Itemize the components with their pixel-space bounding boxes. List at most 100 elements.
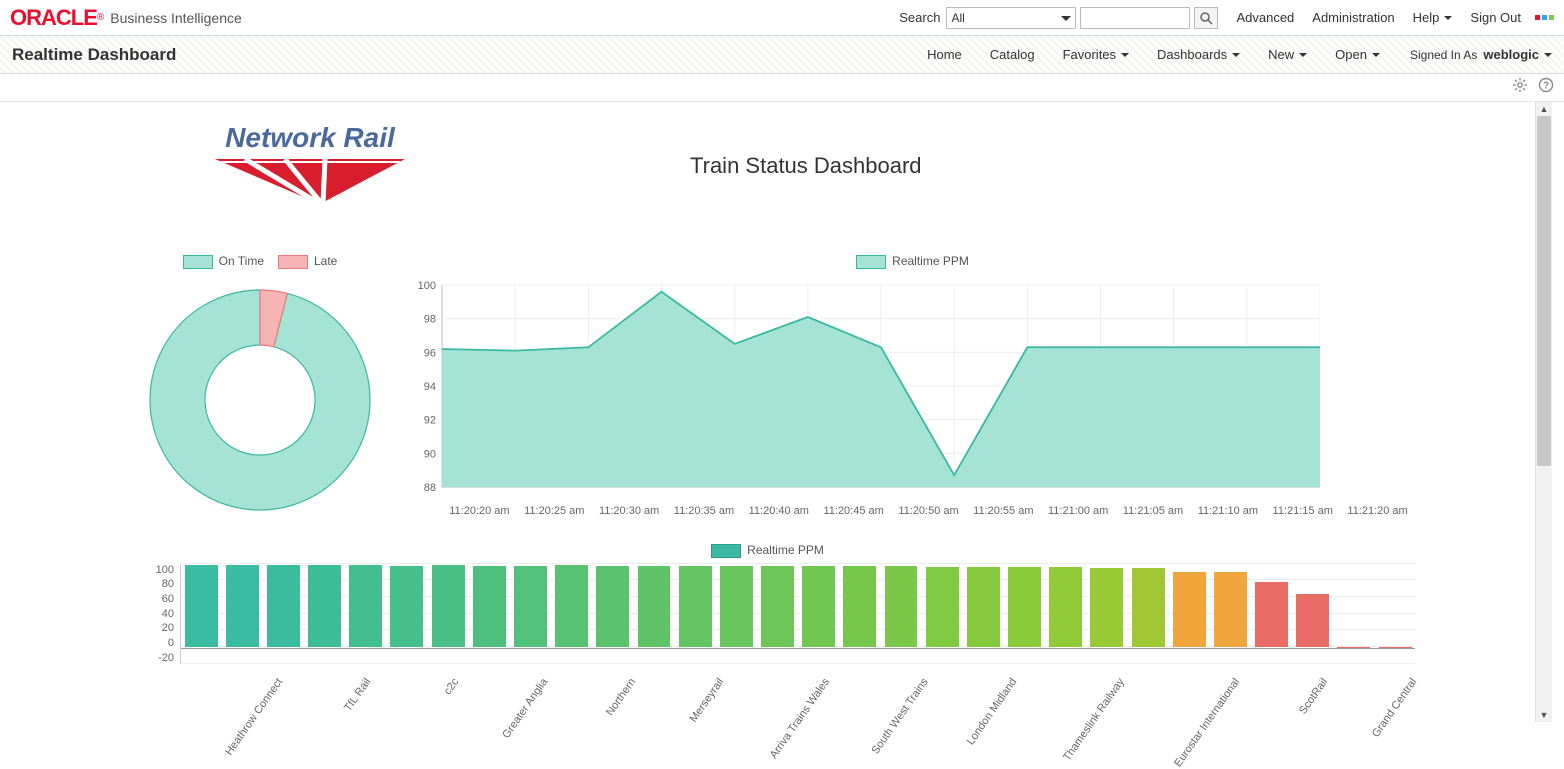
bar-rect (638, 566, 671, 647)
app-switcher-icon[interactable] (1535, 15, 1554, 20)
search-icon (1199, 11, 1213, 25)
bar-rect (1296, 594, 1329, 647)
area-x-tick: 11:21:20 am (1340, 505, 1415, 517)
area-x-tick: 11:21:05 am (1116, 505, 1191, 517)
help-menu[interactable]: Help (1413, 10, 1453, 25)
administration-link[interactable]: Administration (1312, 10, 1394, 25)
advanced-link[interactable]: Advanced (1236, 10, 1294, 25)
donut-chart: On Time Late (120, 254, 400, 525)
vertical-scrollbar[interactable]: ▲ ▼ (1535, 102, 1552, 722)
nav-new[interactable]: New (1268, 47, 1307, 62)
nav-dashboards[interactable]: Dashboards (1157, 47, 1240, 62)
help-icon[interactable]: ? (1538, 77, 1554, 98)
bar-rect (802, 566, 835, 647)
nav-open[interactable]: Open (1335, 47, 1380, 62)
gear-icon[interactable] (1512, 77, 1528, 98)
area-x-tick: 11:20:25 am (517, 505, 592, 517)
bar-rect (1337, 647, 1370, 648)
bar-slot (799, 564, 839, 664)
nav-favorites[interactable]: Favorites (1063, 47, 1129, 62)
bar-slot (593, 564, 633, 664)
dashboard-title: Train Status Dashboard (690, 153, 922, 179)
bar-x-tick: Northern (584, 668, 644, 747)
scroll-up-arrow[interactable]: ▲ (1536, 102, 1552, 116)
page-bar: Realtime Dashboard Home Catalog Favorite… (0, 36, 1564, 74)
bar-slot (716, 564, 756, 664)
bar-x-tick: Grand Central (1364, 668, 1424, 747)
svg-text:90: 90 (424, 448, 436, 460)
network-rail-logo: Network Rail (210, 122, 410, 209)
bar-slot (222, 564, 262, 664)
search-button[interactable] (1194, 7, 1218, 29)
bar-rect (473, 566, 506, 647)
brand-product: Business Intelligence (110, 10, 242, 26)
area-x-tick: 11:20:30 am (592, 505, 667, 517)
bar-slot (675, 564, 715, 664)
bar-slot (552, 564, 592, 664)
area-x-tick: 11:20:45 am (816, 505, 891, 517)
bar-rect (1049, 567, 1082, 647)
signout-link[interactable]: Sign Out (1470, 10, 1521, 25)
area-x-tick: 11:21:15 am (1265, 505, 1340, 517)
bar-rect (967, 567, 1000, 647)
bar-x-tick: TfL Rail (319, 668, 379, 747)
brand-oracle: ORACLE (10, 5, 97, 31)
scroll-thumb[interactable] (1537, 116, 1551, 466)
bar-slot (1004, 564, 1044, 664)
search-input[interactable] (1080, 7, 1190, 29)
bar-x-tick: ScotRail (1276, 668, 1336, 747)
bar-rect (185, 565, 218, 648)
logo-text: Network Rail (225, 122, 395, 154)
bar-rect (761, 566, 794, 647)
user-menu[interactable]: weblogic (1483, 47, 1552, 62)
bar-rect (885, 566, 918, 647)
nav-home[interactable]: Home (927, 47, 962, 62)
search-scope-dropdown[interactable]: All (946, 7, 1076, 29)
svg-text:92: 92 (424, 414, 436, 426)
bar-rect (720, 566, 753, 647)
svg-text:88: 88 (424, 482, 436, 494)
area-x-tick: 11:20:20 am (442, 505, 517, 517)
bar-y-tick: 80 (120, 578, 174, 590)
bar-rect (390, 566, 423, 647)
bar-x-tick: Eurostar International (1172, 668, 1248, 769)
area-x-tick: 11:21:10 am (1190, 505, 1265, 517)
bar-x-tick: London Midland (965, 668, 1025, 747)
area-x-tick: 11:20:55 am (966, 505, 1041, 517)
bar-y-tick: 60 (120, 593, 174, 605)
bar-x-tick: Thameslink Railway (1061, 668, 1133, 763)
bar-chart: Realtime PPM 100806040200-20 Heathrow Co… (120, 543, 1415, 680)
bar-slot (963, 564, 1003, 664)
bar-rect (1255, 582, 1288, 647)
brand-registered: ® (97, 12, 104, 23)
area-x-tick: 11:20:40 am (741, 505, 816, 517)
bar-rect (1090, 568, 1123, 647)
bar-slot (469, 564, 509, 664)
bar-slot (1375, 564, 1415, 664)
svg-text:98: 98 (424, 313, 436, 325)
bar-slot (1046, 564, 1086, 664)
bar-rect (432, 565, 465, 647)
nav-catalog[interactable]: Catalog (990, 47, 1035, 62)
bar-rect (679, 566, 712, 647)
bar-y-tick: -20 (120, 652, 174, 664)
bar-slot (181, 564, 221, 664)
legend-ppm-area: Realtime PPM (856, 254, 969, 269)
area-chart: Realtime PPM 889092949698100 11:20:20 am… (410, 254, 1415, 525)
bar-slot (428, 564, 468, 664)
bar-x-tick: Arriva Trains Wales (767, 668, 837, 761)
bar-rect (596, 566, 629, 647)
area-x-tick: 11:21:00 am (1041, 505, 1116, 517)
bar-slot (387, 564, 427, 664)
page-title: Realtime Dashboard (12, 45, 176, 65)
bar-slot (1293, 564, 1333, 664)
area-x-tick: 11:20:35 am (667, 505, 742, 517)
svg-text:96: 96 (424, 347, 436, 359)
bar-slot (840, 564, 880, 664)
bar-rect (1173, 572, 1206, 647)
bar-slot (922, 564, 962, 664)
bar-rect (1008, 567, 1041, 647)
bar-slot (510, 564, 550, 664)
dashboard-action-bar: ? (0, 74, 1564, 102)
scroll-down-arrow[interactable]: ▼ (1536, 708, 1552, 722)
